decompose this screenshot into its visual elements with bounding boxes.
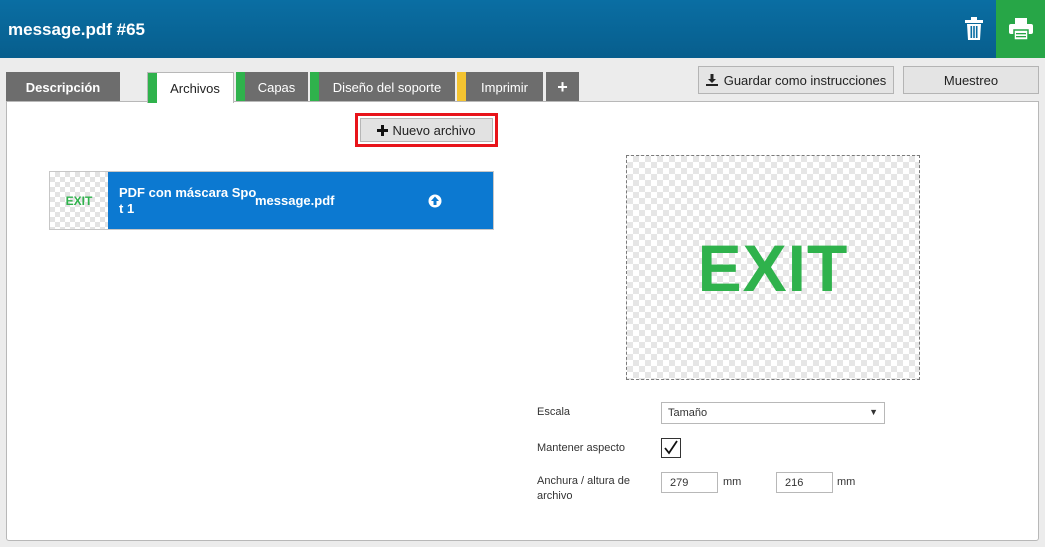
file-list-item[interactable]: EXIT PDF con máscara Spot 1 message.pdf: [49, 171, 494, 230]
file-size-label: Anchura / altura de archivo: [537, 475, 630, 502]
file-name-label: message.pdf: [255, 193, 335, 208]
file-type-label: PDF con máscara Spot 1: [119, 185, 257, 216]
height-unit: mm: [837, 476, 856, 488]
header-bar: message.pdf #65: [0, 0, 1045, 58]
save-as-instructions-button[interactable]: Guardar como instrucciones: [698, 66, 894, 94]
trash-icon: [965, 17, 983, 40]
download-icon: [705, 74, 718, 86]
tab-status-stripe: [310, 72, 319, 102]
new-file-highlight: Nuevo archivo: [355, 113, 498, 147]
width-unit: mm: [723, 476, 742, 488]
page-title: message.pdf #65: [8, 20, 146, 39]
tab-label: Archivos: [170, 80, 220, 96]
upload-icon[interactable]: [428, 194, 442, 208]
preview-text: EXIT: [697, 230, 849, 305]
save-as-instructions-label: Guardar como instrucciones: [723, 72, 887, 88]
plus-icon: [377, 124, 389, 136]
tab-diseno-del-soporte[interactable]: Diseño del soporte: [310, 72, 455, 102]
tab-label: Imprimir: [481, 79, 528, 95]
file-thumbnail: EXIT: [50, 172, 108, 229]
sampling-button[interactable]: Muestreo: [903, 66, 1039, 94]
tab-status-stripe: [148, 73, 157, 103]
tab-status-stripe: [457, 72, 466, 102]
printer-icon: [1008, 18, 1033, 40]
tab-capas[interactable]: Capas: [236, 72, 308, 102]
new-file-label: Nuevo archivo: [392, 122, 476, 138]
print-button[interactable]: [996, 0, 1045, 58]
scale-label: Escala: [537, 406, 571, 418]
scale-select-value: Tamaño: [668, 407, 708, 419]
tab-archivos[interactable]: Archivos: [147, 72, 234, 103]
new-file-button[interactable]: Nuevo archivo: [360, 118, 493, 142]
height-input[interactable]: 216: [776, 472, 833, 493]
keep-aspect-label: Mantener aspecto: [537, 442, 626, 454]
scale-select[interactable]: Tamaño ▼: [661, 402, 885, 424]
dropdown-arrow-icon: ▼: [869, 407, 878, 417]
thumbnail-text: EXIT: [65, 193, 93, 208]
add-tab-button[interactable]: +: [546, 72, 579, 102]
delete-button[interactable]: [952, 0, 996, 58]
tab-descripcion[interactable]: Descripción: [6, 72, 120, 102]
width-input[interactable]: 279: [661, 472, 718, 493]
tab-label: Descripción: [25, 79, 101, 95]
tab-imprimir[interactable]: Imprimir: [457, 72, 543, 102]
file-preview: EXIT: [626, 155, 920, 380]
keep-aspect-checkbox[interactable]: [661, 438, 681, 458]
checkmark-icon: [664, 440, 678, 455]
plus-icon: +: [557, 76, 568, 97]
tab-status-stripe: [236, 72, 245, 102]
tab-label: Diseño del soporte: [332, 79, 442, 95]
tab-label: Capas: [257, 79, 296, 95]
sampling-label: Muestreo: [943, 72, 999, 88]
